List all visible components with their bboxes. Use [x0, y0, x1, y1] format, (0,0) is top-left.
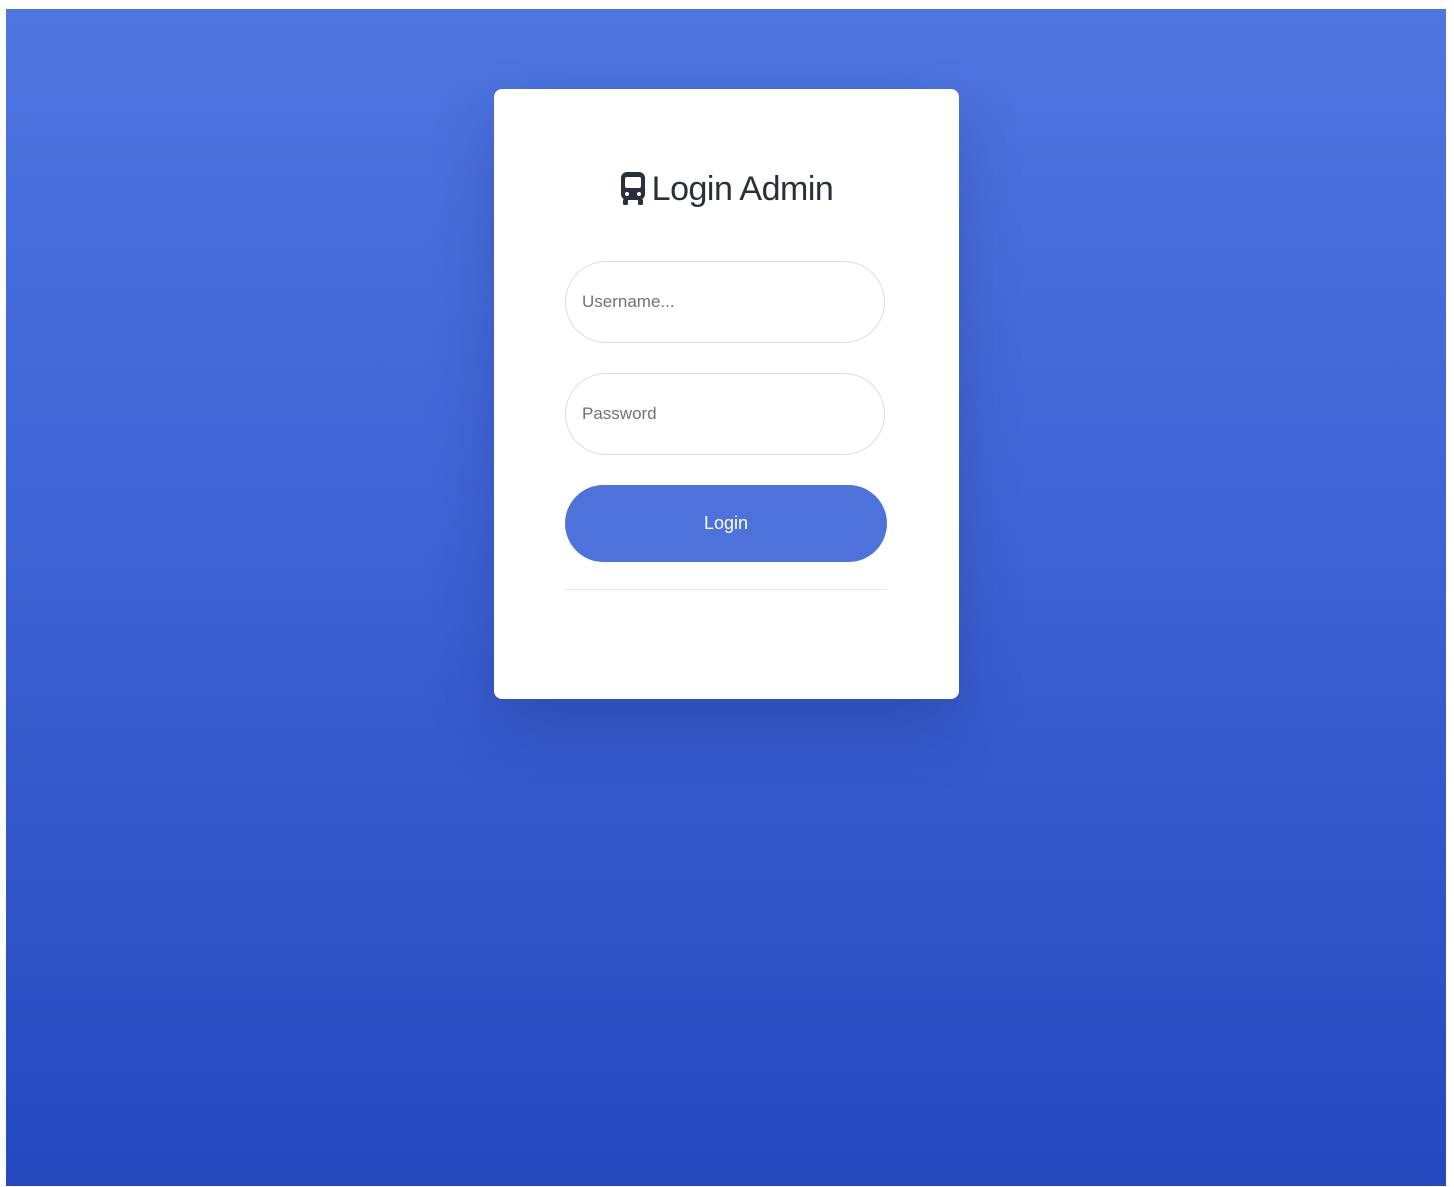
divider: [565, 589, 887, 590]
login-button[interactable]: Login: [565, 485, 887, 562]
bus-icon: [620, 169, 646, 209]
username-input[interactable]: [565, 261, 885, 343]
login-header: Login Admin: [494, 169, 959, 209]
page-background: Login Admin Login: [6, 9, 1446, 1186]
password-input[interactable]: [565, 373, 885, 455]
login-card: Login Admin Login: [494, 89, 959, 699]
login-title: Login Admin: [651, 169, 834, 208]
